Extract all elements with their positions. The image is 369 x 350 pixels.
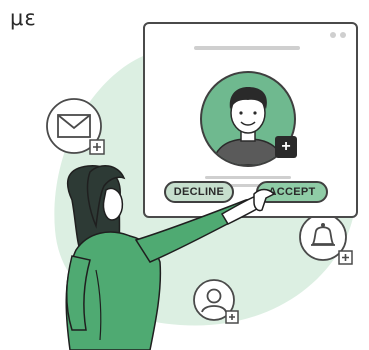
- user-icon: [192, 278, 244, 330]
- header-label: με: [10, 6, 37, 30]
- add-contact-badge[interactable]: +: [275, 136, 297, 158]
- bell-icon: [298, 212, 358, 272]
- name-placeholder-line: [205, 176, 291, 179]
- window-dot: [330, 32, 336, 38]
- decline-button[interactable]: DECLINE: [164, 181, 234, 203]
- mail-icon: [44, 96, 110, 162]
- window-dot: [340, 32, 346, 38]
- window-dots: [330, 32, 346, 38]
- title-placeholder-bar: [194, 46, 300, 50]
- plus-icon: +: [281, 138, 291, 155]
- accept-button[interactable]: ACCEPT: [256, 181, 328, 203]
